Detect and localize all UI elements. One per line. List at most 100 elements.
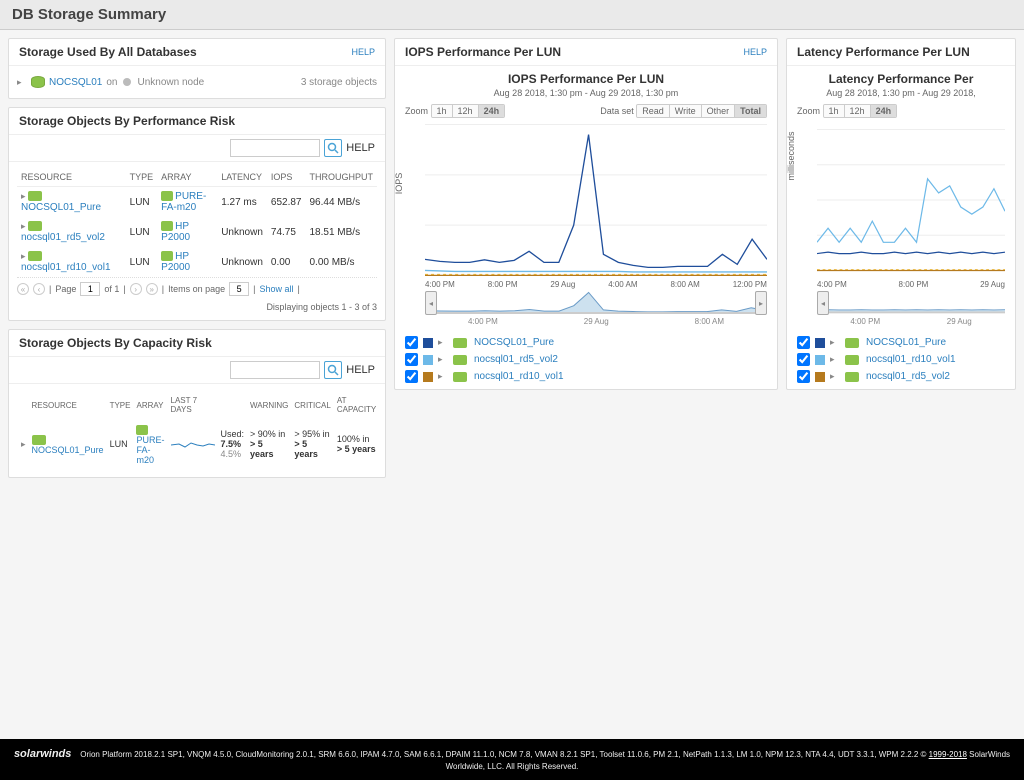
legend-checkbox[interactable] xyxy=(797,336,810,349)
col-resource[interactable]: RESOURCE xyxy=(17,168,126,187)
col-iops[interactable]: IOPS xyxy=(267,168,306,187)
legend-checkbox[interactable] xyxy=(405,370,418,383)
search-button[interactable] xyxy=(324,139,342,157)
nav-handle-right[interactable]: ▸ xyxy=(755,291,767,315)
zoom-1h[interactable]: 1h xyxy=(824,105,845,117)
col-type[interactable]: TYPE xyxy=(108,392,133,418)
panel-cap-risk: Storage Objects By Capacity Risk HELP RE… xyxy=(8,329,386,478)
show-all-link[interactable]: Show all xyxy=(259,284,293,294)
col-type[interactable]: TYPE xyxy=(126,168,158,187)
navigator-strip[interactable]: ◂ xyxy=(787,289,1015,317)
table-row: ▸ nocsql01_rd10_vol1 LUN HP P2000 Unknow… xyxy=(17,247,377,277)
expand-icon[interactable]: ▸ xyxy=(830,371,840,382)
items-label: Items on page xyxy=(168,284,225,294)
used-cell: Used: 7.5%4.5% xyxy=(219,420,247,469)
last-page-button[interactable]: » xyxy=(146,283,158,295)
col-atcap[interactable]: AT CAPACITY xyxy=(335,392,378,418)
resource-link[interactable]: nocsql01_rd5_vol2 xyxy=(21,232,105,243)
resource-link[interactable]: NOCSQL01_Pure xyxy=(32,445,104,455)
y-axis-label: milliseconds xyxy=(786,131,796,180)
chart-area[interactable]: milliseconds 02.557.510 xyxy=(787,120,1015,280)
of-label: of 1 xyxy=(104,284,119,294)
prev-page-button[interactable]: ‹ xyxy=(33,283,45,295)
legend-label[interactable]: nocsql01_rd10_vol1 xyxy=(474,371,564,382)
array-icon xyxy=(161,191,173,201)
nav-handle-left[interactable]: ◂ xyxy=(817,291,829,315)
legend-item: ▸ nocsql01_rd10_vol1 xyxy=(405,370,767,383)
legend-label[interactable]: nocsql01_rd5_vol2 xyxy=(866,371,950,382)
expand-icon[interactable]: ▸ xyxy=(21,251,26,261)
col-resource[interactable]: RESOURCE xyxy=(30,392,106,418)
expand-icon[interactable]: ▸ xyxy=(830,337,840,348)
expand-icon[interactable]: ▸ xyxy=(830,354,840,365)
panel-title: IOPS Performance Per LUN xyxy=(405,45,561,59)
expand-icon[interactable]: ▸ xyxy=(438,354,448,365)
throughput-cell: 18.51 MB/s xyxy=(305,217,377,247)
footer-link[interactable]: 1999-2018 xyxy=(929,750,967,759)
expand-icon[interactable]: ▸ xyxy=(21,439,26,449)
col-array[interactable]: ARRAY xyxy=(134,392,166,418)
search-input[interactable] xyxy=(230,139,320,157)
dataset-write[interactable]: Write xyxy=(670,105,702,117)
col-array[interactable]: ARRAY xyxy=(157,168,217,187)
throughput-cell: 0.00 MB/s xyxy=(305,247,377,277)
search-button[interactable] xyxy=(324,361,342,379)
legend-label[interactable]: NOCSQL01_Pure xyxy=(866,337,946,348)
legend-label[interactable]: nocsql01_rd5_vol2 xyxy=(474,354,558,365)
expand-icon[interactable]: ▸ xyxy=(21,191,26,201)
dataset-other[interactable]: Other xyxy=(702,105,736,117)
navigator-chart xyxy=(425,291,767,315)
expand-icon[interactable]: ▸ xyxy=(438,337,448,348)
legend-checkbox[interactable] xyxy=(797,370,810,383)
nav-handle-left[interactable]: ◂ xyxy=(425,291,437,315)
lun-icon xyxy=(453,372,467,382)
help-link[interactable]: HELP xyxy=(743,47,767,57)
col-throughput[interactable]: THROUGHPUT xyxy=(305,168,377,187)
expand-icon[interactable]: ▸ xyxy=(17,77,27,88)
legend-checkbox[interactable] xyxy=(797,353,810,366)
expand-icon[interactable]: ▸ xyxy=(438,371,448,382)
legend-checkbox[interactable] xyxy=(405,336,418,349)
legend-checkbox[interactable] xyxy=(405,353,418,366)
zoom-24h[interactable]: 24h xyxy=(479,105,505,117)
panel-latency-chart: Latency Performance Per LUN Latency Perf… xyxy=(786,38,1016,390)
legend-item: ▸ nocsql01_rd10_vol1 xyxy=(797,353,1005,366)
zoom-12h[interactable]: 12h xyxy=(453,105,479,117)
search-icon xyxy=(327,142,339,154)
resource-link[interactable]: nocsql01_rd10_vol1 xyxy=(21,262,111,273)
displaying-label: Displaying objects 1 - 3 of 3 xyxy=(17,300,377,314)
chart-title: Latency Performance Per xyxy=(787,66,1015,88)
help-link[interactable]: HELP xyxy=(346,142,375,154)
legend-label[interactable]: NOCSQL01_Pure xyxy=(474,337,554,348)
legend-swatch xyxy=(815,355,825,365)
resource-link[interactable]: NOCSQL01_Pure xyxy=(21,202,101,213)
footer-text: Orion Platform 2018.2.1 SP1, VNQM 4.5.0,… xyxy=(80,750,928,759)
col-latency[interactable]: LATENCY xyxy=(217,168,267,187)
help-link[interactable]: HELP xyxy=(351,47,375,57)
first-page-button[interactable]: « xyxy=(17,283,29,295)
panel-header: Latency Performance Per LUN xyxy=(787,39,1015,66)
col-critical[interactable]: CRITICAL xyxy=(292,392,332,418)
dataset-total[interactable]: Total xyxy=(735,105,766,117)
lun-icon xyxy=(32,435,46,445)
next-page-button[interactable]: › xyxy=(130,283,142,295)
col-warning[interactable]: WARNING xyxy=(248,392,290,418)
col-last7[interactable]: LAST 7 DAYS xyxy=(169,392,217,418)
dataset-read[interactable]: Read xyxy=(637,105,670,117)
zoom-12h[interactable]: 12h xyxy=(845,105,871,117)
search-input[interactable] xyxy=(230,361,320,379)
items-input[interactable] xyxy=(229,282,249,296)
database-link[interactable]: NOCSQL01 xyxy=(49,77,102,88)
zoom-1h[interactable]: 1h xyxy=(432,105,453,117)
lun-icon xyxy=(845,355,859,365)
help-link[interactable]: HELP xyxy=(346,364,375,376)
navigator-strip[interactable]: ◂ ▸ xyxy=(395,289,777,317)
perf-risk-table: RESOURCE TYPE ARRAY LATENCY IOPS THROUGH… xyxy=(17,168,377,277)
nav-x-labels: 4:00 PM 29 Aug xyxy=(787,317,1015,330)
chart-area[interactable]: IOPS 0100020003000 xyxy=(395,120,777,280)
expand-icon[interactable]: ▸ xyxy=(21,221,26,231)
legend-label[interactable]: nocsql01_rd10_vol1 xyxy=(866,354,956,365)
zoom-24h[interactable]: 24h xyxy=(871,105,897,117)
page-input[interactable] xyxy=(80,282,100,296)
array-link[interactable]: PURE-FA-m20 xyxy=(136,435,164,465)
